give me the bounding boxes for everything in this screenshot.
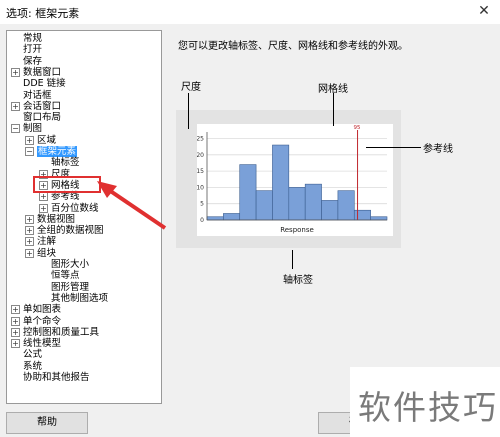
tree-item[interactable]: 全组的数据视图 bbox=[37, 225, 104, 236]
tree-expander-icon[interactable]: + bbox=[11, 67, 20, 77]
help-button[interactable]: 帮助 bbox=[6, 412, 88, 434]
tree-item[interactable]: 协助和其他报告 bbox=[23, 372, 90, 383]
tree-expander-icon[interactable]: + bbox=[25, 237, 34, 247]
histogram-bar bbox=[239, 164, 257, 221]
tree-expander-icon[interactable]: + bbox=[11, 316, 20, 326]
tree-expander-icon[interactable]: − bbox=[11, 124, 20, 134]
tree-item[interactable]: 数据窗口 bbox=[23, 67, 61, 78]
tree-item[interactable]: DDE 链接 bbox=[23, 78, 66, 89]
callout-reference: 参考线 bbox=[423, 144, 453, 155]
y-tick-label: 15 bbox=[197, 168, 204, 175]
chart-frame: 0 5 10 15 20 25 95 Response bbox=[196, 124, 393, 236]
tree-item[interactable]: 单如图表 bbox=[23, 304, 61, 315]
tree-expander-icon[interactable]: − bbox=[25, 147, 34, 156]
tree-expander-icon[interactable]: + bbox=[39, 192, 48, 202]
histogram-bar bbox=[206, 216, 224, 221]
tree-item[interactable]: 线性模型 bbox=[23, 338, 61, 349]
tree-expander-icon[interactable]: + bbox=[11, 339, 20, 349]
window-title: 选项: 框架元素 bbox=[6, 7, 80, 20]
histogram-bar bbox=[255, 190, 273, 221]
highlight-box bbox=[33, 176, 101, 193]
y-tick-label: 25 bbox=[197, 136, 204, 143]
tree-item[interactable]: 组块 bbox=[37, 248, 56, 259]
title-bar: 选项: 框架元素 ✕ bbox=[0, 0, 500, 24]
tree-expander-icon[interactable]: + bbox=[11, 327, 20, 337]
tree-item[interactable]: 数据视图 bbox=[37, 214, 75, 225]
annotation-arrow-icon bbox=[97, 181, 167, 230]
tree-expander-icon[interactable]: + bbox=[25, 248, 34, 258]
tree-item[interactable]: 区域 bbox=[37, 135, 56, 146]
tree-item[interactable]: 系统 bbox=[23, 361, 42, 372]
tree-expander-icon[interactable]: + bbox=[25, 214, 34, 224]
callout-reference-line bbox=[366, 147, 421, 148]
y-tick-label: 20 bbox=[197, 152, 204, 159]
close-icon[interactable]: ✕ bbox=[472, 1, 496, 21]
y-tick-label: 10 bbox=[197, 184, 204, 191]
watermark-text: 软件技巧 bbox=[358, 388, 498, 427]
histogram-bar bbox=[353, 209, 371, 221]
tree-item[interactable]: 百分位数线 bbox=[51, 203, 99, 214]
tree-item[interactable]: 图形大小 bbox=[51, 259, 89, 270]
callout-scale-line bbox=[188, 93, 189, 129]
tree-item[interactable]: 保存 bbox=[23, 56, 42, 67]
histogram-bar bbox=[304, 183, 322, 221]
tree-item[interactable]: 打开 bbox=[23, 44, 42, 55]
tree-item[interactable]: 图形管理 bbox=[51, 282, 89, 293]
tree-item[interactable]: 对话框 bbox=[23, 90, 52, 101]
tree-item[interactable]: 恒等点 bbox=[51, 270, 80, 281]
callout-axis-label-line bbox=[292, 250, 293, 269]
watermark: 软件技巧 bbox=[350, 367, 500, 437]
histogram-bar bbox=[288, 187, 306, 221]
tree-item[interactable]: 其他制图选项 bbox=[51, 293, 108, 304]
tree-expander-icon[interactable]: + bbox=[25, 226, 34, 236]
tree-item[interactable]: 框架元素 bbox=[37, 146, 78, 157]
callout-scale: 尺度 bbox=[181, 82, 201, 93]
x-axis-label: Response bbox=[280, 226, 314, 234]
tree-item[interactable]: 窗口布局 bbox=[23, 112, 61, 123]
tree-expander-icon[interactable]: + bbox=[11, 101, 20, 111]
tree-item[interactable]: 单个命令 bbox=[23, 316, 61, 327]
tree-item[interactable]: 轴标签 bbox=[51, 157, 80, 168]
tree-expander-icon[interactable]: + bbox=[25, 135, 34, 145]
tree-expander-icon[interactable]: + bbox=[11, 305, 20, 315]
histogram-bar bbox=[223, 213, 241, 221]
tree-item[interactable]: 公式 bbox=[23, 349, 42, 360]
chart-preview: 0 5 10 15 20 25 95 Response bbox=[176, 110, 401, 248]
callout-gridlines-line bbox=[333, 93, 334, 126]
tree-item[interactable]: 制图 bbox=[23, 123, 42, 134]
reference-line-label: 95 bbox=[354, 125, 361, 131]
tree-item[interactable]: 控制图和质量工具 bbox=[23, 327, 99, 338]
y-tick-label: 0 bbox=[200, 217, 204, 224]
tree-expander-icon[interactable]: + bbox=[39, 203, 48, 213]
histogram-bar bbox=[321, 200, 339, 221]
histogram-chart: 0 5 10 15 20 25 95 Response bbox=[196, 125, 388, 234]
tree-item[interactable]: 会话窗口 bbox=[23, 101, 61, 112]
histogram-bar bbox=[370, 216, 388, 221]
tree-item[interactable]: 注解 bbox=[37, 236, 56, 247]
histogram-bar bbox=[337, 190, 355, 221]
callout-axis-label: 轴标签 bbox=[283, 275, 313, 286]
description-text: 您可以更改轴标签、尺度、网格线和参考线的外观。 bbox=[178, 41, 408, 52]
histogram-bar bbox=[272, 144, 290, 221]
tree-item[interactable]: 常规 bbox=[23, 33, 42, 44]
y-tick-label: 5 bbox=[200, 201, 204, 208]
